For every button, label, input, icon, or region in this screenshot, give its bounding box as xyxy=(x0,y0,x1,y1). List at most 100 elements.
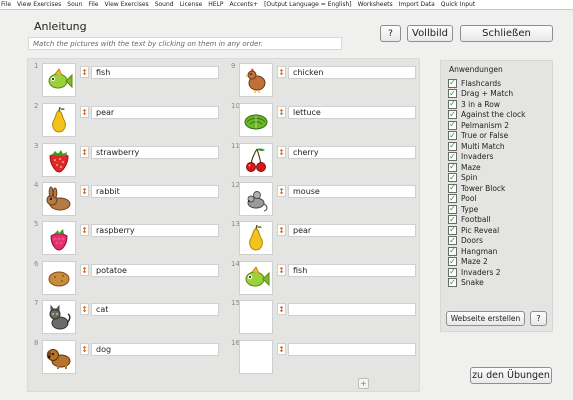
app-list-item[interactable]: ✓ Flashcards xyxy=(448,78,501,88)
menu-item[interactable]: View Exercises xyxy=(104,1,148,8)
drag-handle-icon[interactable]: ↕ xyxy=(277,185,286,197)
drag-handle-icon[interactable]: ↕ xyxy=(277,106,286,118)
picture-card[interactable] xyxy=(239,261,273,295)
picture-card[interactable] xyxy=(239,143,273,177)
menu-item[interactable]: File xyxy=(1,1,11,8)
app-list-item[interactable]: ✓ Doors xyxy=(448,236,483,246)
create-website-button[interactable]: Webseite erstellen xyxy=(446,311,525,326)
app-list-item[interactable]: ✓ Pic Reveal xyxy=(448,225,499,235)
checkbox-checked-icon[interactable]: ✓ xyxy=(448,183,457,193)
checkbox-checked-icon[interactable]: ✓ xyxy=(448,173,457,182)
text-card[interactable]: rabbit xyxy=(91,185,219,198)
menu-item[interactable]: Accents+ xyxy=(229,1,258,8)
checkbox-checked-icon[interactable]: ✓ xyxy=(448,110,457,119)
picture-card[interactable] xyxy=(42,143,76,177)
checkbox-checked-icon[interactable]: ✓ xyxy=(448,278,457,287)
checkbox-checked-icon[interactable]: ✓ xyxy=(448,152,457,161)
checkbox-checked-icon[interactable]: ✓ xyxy=(448,257,457,266)
text-card[interactable]: pear xyxy=(288,224,416,237)
picture-card[interactable] xyxy=(239,182,273,216)
checkbox-checked-icon[interactable]: ✓ xyxy=(448,236,457,245)
checkbox-checked-icon[interactable]: ✓ xyxy=(448,204,457,214)
drag-handle-icon[interactable]: ↕ xyxy=(277,224,286,236)
checkbox-checked-icon[interactable]: ✓ xyxy=(448,78,457,88)
drag-handle-icon[interactable]: ↕ xyxy=(80,146,89,158)
app-list-item[interactable]: ✓ Maze xyxy=(448,162,481,172)
menu-item[interactable]: Sound xyxy=(155,1,174,8)
menu-item[interactable]: Quick Input xyxy=(441,1,475,8)
picture-card[interactable] xyxy=(42,63,76,97)
fullscreen-button[interactable]: Vollbild xyxy=(407,25,453,42)
menu-item[interactable]: License xyxy=(180,1,203,8)
text-card[interactable] xyxy=(288,303,416,316)
text-card[interactable]: dog xyxy=(91,343,219,356)
menu-item[interactable]: Worksheets xyxy=(358,1,393,8)
app-list-item[interactable]: ✓ True or False xyxy=(448,131,508,141)
picture-card[interactable] xyxy=(42,221,76,255)
menu-item[interactable]: Soun xyxy=(67,1,82,8)
sidebar-help-button[interactable]: ? xyxy=(530,311,547,326)
drag-handle-icon[interactable]: ↕ xyxy=(277,264,286,276)
drag-handle-icon[interactable]: ↕ xyxy=(277,66,286,78)
text-card[interactable]: pear xyxy=(91,106,219,119)
checkbox-checked-icon[interactable]: ✓ xyxy=(448,120,457,130)
drag-handle-icon[interactable]: ↕ xyxy=(277,343,286,355)
text-card[interactable] xyxy=(288,343,416,356)
checkbox-checked-icon[interactable]: ✓ xyxy=(448,225,457,235)
app-list-item[interactable]: ✓ Pool xyxy=(448,194,477,204)
app-list-item[interactable]: ✓ Invaders xyxy=(448,152,493,162)
drag-handle-icon[interactable]: ↕ xyxy=(80,343,89,355)
text-card[interactable]: raspberry xyxy=(91,224,219,237)
menu-item[interactable]: File xyxy=(88,1,98,8)
app-list-item[interactable]: ✓ Invaders 2 xyxy=(448,267,501,277)
drag-handle-icon[interactable]: ↕ xyxy=(80,106,89,118)
checkbox-checked-icon[interactable]: ✓ xyxy=(448,267,457,277)
app-list-item[interactable]: ✓ Drag + Match xyxy=(448,89,513,99)
text-card[interactable]: lettuce xyxy=(288,106,416,119)
back-to-exercises-button[interactable]: zu den Übungen xyxy=(470,367,552,384)
checkbox-checked-icon[interactable]: ✓ xyxy=(448,162,457,172)
app-list-item[interactable]: ✓ Pelmanism 2 xyxy=(448,120,509,130)
drag-handle-icon[interactable]: ↕ xyxy=(80,185,89,197)
text-card[interactable]: fish xyxy=(288,264,416,277)
app-list-item[interactable]: ✓ Tower Block xyxy=(448,183,505,193)
text-card[interactable]: cat xyxy=(91,303,219,316)
app-list-item[interactable]: ✓ Multi Match xyxy=(448,141,505,151)
app-list-item[interactable]: ✓ Hangman xyxy=(448,246,497,256)
text-card[interactable]: mouse xyxy=(288,185,416,198)
drag-handle-icon[interactable]: ↕ xyxy=(80,303,89,315)
checkbox-checked-icon[interactable]: ✓ xyxy=(448,99,457,109)
text-card[interactable]: strawberry xyxy=(91,146,219,159)
menu-item[interactable]: HELP xyxy=(208,1,223,8)
menu-item[interactable]: [Output Language = English] xyxy=(264,1,352,8)
checkbox-checked-icon[interactable]: ✓ xyxy=(448,246,457,256)
drag-handle-icon[interactable]: ↕ xyxy=(277,146,286,158)
picture-card[interactable] xyxy=(42,340,76,374)
app-list-item[interactable]: ✓ Football xyxy=(448,215,491,225)
picture-card[interactable] xyxy=(42,182,76,216)
app-list-item[interactable]: ✓ Snake xyxy=(448,278,484,288)
checkbox-checked-icon[interactable]: ✓ xyxy=(448,131,457,140)
drag-handle-icon[interactable]: ↕ xyxy=(80,66,89,78)
picture-card[interactable] xyxy=(239,300,273,334)
app-list-item[interactable]: ✓ Type xyxy=(448,204,478,214)
drag-handle-icon[interactable]: ↕ xyxy=(80,224,89,236)
picture-card[interactable] xyxy=(42,261,76,295)
picture-card[interactable] xyxy=(42,300,76,334)
help-button[interactable]: ? xyxy=(380,25,401,42)
drag-handle-icon[interactable]: ↕ xyxy=(80,264,89,276)
app-list-item[interactable]: ✓ Maze 2 xyxy=(448,257,488,267)
checkbox-checked-icon[interactable]: ✓ xyxy=(448,89,457,98)
app-list-item[interactable]: ✓ Spin xyxy=(448,173,477,183)
close-button[interactable]: Schließen xyxy=(460,25,553,42)
text-card[interactable]: fish xyxy=(91,66,219,79)
picture-card[interactable] xyxy=(239,103,273,137)
text-card[interactable]: cherry xyxy=(288,146,416,159)
picture-card[interactable] xyxy=(42,103,76,137)
picture-card[interactable] xyxy=(239,340,273,374)
picture-card[interactable] xyxy=(239,63,273,97)
checkbox-checked-icon[interactable]: ✓ xyxy=(448,215,457,224)
add-item-button[interactable]: + xyxy=(358,378,369,389)
menu-item[interactable]: View Exercises xyxy=(17,1,61,8)
picture-card[interactable] xyxy=(239,221,273,255)
